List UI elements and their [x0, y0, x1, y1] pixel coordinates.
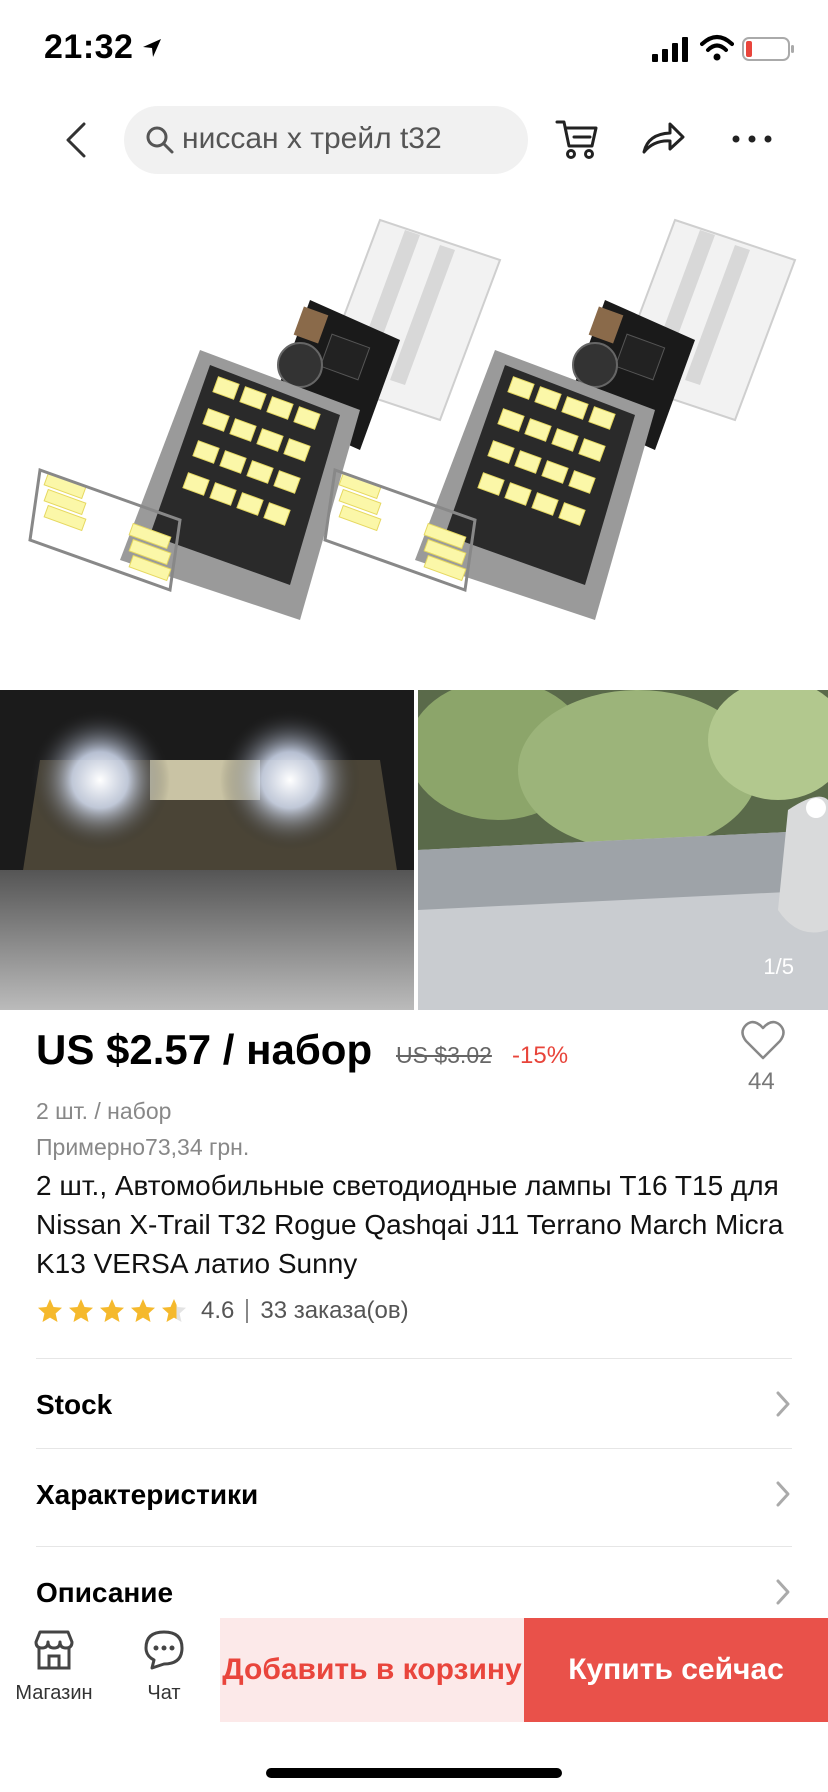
- home-indicator[interactable]: [266, 1768, 562, 1778]
- approx-price: Примерно73,34 грн.: [36, 1134, 250, 1160]
- back-icon[interactable]: [58, 118, 98, 162]
- night-road-photo[interactable]: 1/5: [418, 690, 828, 1010]
- discount-badge: -15%: [512, 1042, 569, 1069]
- cellular-signal-icon: [652, 37, 688, 62]
- rating-row[interactable]: 4.6 33 заказа(ов): [36, 1294, 409, 1328]
- chat-icon: [144, 1630, 184, 1670]
- cart-icon[interactable]: [554, 116, 600, 162]
- star-full-icon: [100, 1299, 124, 1322]
- top-nav: ниссан х трейл t32: [0, 100, 828, 180]
- bottom-action-bar: Магазин Чат Добавить в корзину Купить се…: [0, 1618, 828, 1792]
- location-arrow-icon: [143, 39, 161, 57]
- search-query: ниссан х трейл t32: [182, 122, 442, 155]
- rating-value: 4.6: [201, 1297, 235, 1324]
- price: US $2.57 / набор: [36, 1026, 373, 1073]
- star-partial-icon: [162, 1299, 186, 1322]
- tab-chat-label: Чат: [147, 1682, 181, 1704]
- old-price: US $3.02: [396, 1042, 492, 1068]
- section-label: Stock: [36, 1389, 113, 1420]
- heart-icon[interactable]: [740, 1018, 786, 1062]
- orders-count: 33 заказа(ов): [260, 1297, 409, 1324]
- product-image-led-bulbs[interactable]: [0, 190, 828, 690]
- product-title: 2 шт., Автомобильные светодиодные лампы …: [36, 1170, 784, 1279]
- share-icon[interactable]: [640, 118, 686, 158]
- product-gallery[interactable]: 1/5: [0, 190, 828, 1010]
- status-time: 21:32: [44, 28, 134, 66]
- more-icon[interactable]: [730, 124, 774, 154]
- store-icon: [34, 1630, 74, 1670]
- chevron-right-icon: [776, 1391, 790, 1417]
- search-icon: [146, 126, 174, 154]
- section-label: Характеристики: [36, 1479, 259, 1510]
- tab-chat[interactable]: Чат: [114, 1628, 214, 1705]
- section-row-characteristics[interactable]: Характеристики: [36, 1448, 792, 1538]
- battery-icon: [742, 37, 794, 61]
- chevron-right-icon: [776, 1481, 790, 1507]
- status-bar: 21:32: [0, 0, 828, 100]
- star-full-icon: [69, 1299, 93, 1322]
- add-to-cart-button[interactable]: Добавить в корзину: [220, 1618, 524, 1722]
- section-label: Описание: [36, 1577, 174, 1608]
- tab-store[interactable]: Магазин: [4, 1628, 104, 1705]
- divider: [246, 1299, 249, 1323]
- tab-store-label: Магазин: [15, 1682, 93, 1704]
- wifi-icon: [700, 35, 734, 61]
- star-full-icon: [131, 1299, 155, 1322]
- gallery-counter: 1/5: [763, 954, 794, 979]
- buy-now-button[interactable]: Купить сейчас: [524, 1618, 828, 1722]
- car-rear-lights-photo[interactable]: [0, 690, 414, 1010]
- search-input[interactable]: ниссан х трейл t32: [124, 106, 528, 174]
- section-row-stock[interactable]: Stock: [36, 1358, 792, 1448]
- star-full-icon: [38, 1299, 62, 1322]
- unit-info: 2 шт. / набор: [36, 1098, 172, 1124]
- chevron-right-icon: [776, 1579, 790, 1605]
- wishlist-count: 44: [748, 1068, 775, 1095]
